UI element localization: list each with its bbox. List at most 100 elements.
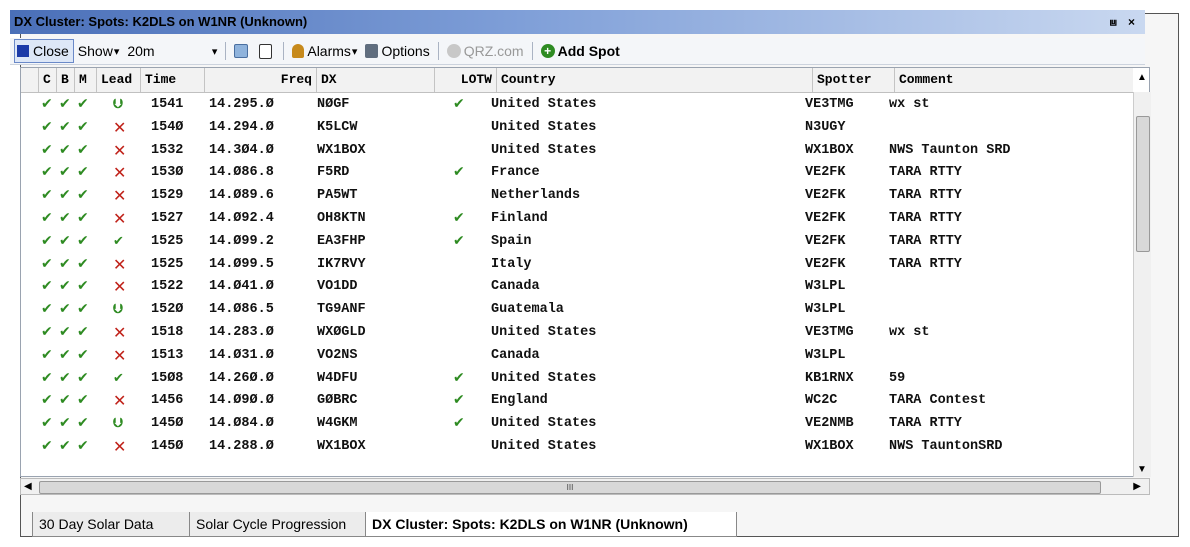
tab-dx-cluster[interactable]: DX Cluster: Spots: K2DLS on W1NR (Unknow… bbox=[365, 512, 737, 537]
tab-solar-data[interactable]: 30 Day Solar Data bbox=[32, 512, 191, 537]
lead-indicator: ⮋ bbox=[113, 97, 123, 112]
spotter-cell: VE2FK bbox=[805, 233, 846, 249]
qrz-label: QRZ.com bbox=[463, 43, 524, 59]
toolbar-separator bbox=[437, 42, 439, 60]
freq-cell: 14.Ø9Ø.Ø bbox=[209, 393, 274, 409]
check-c: ✔ bbox=[41, 141, 53, 158]
time-cell: 1527 bbox=[151, 211, 184, 226]
table-row[interactable]: ✔ ✔ ✔ ⮋ 152Ø 14.Ø86.5 TG9ANF Guatemala W3LPL bbox=[21, 298, 1133, 321]
column-header-dx[interactable]: DX bbox=[317, 68, 435, 92]
qrz-button[interactable]: QRZ.com bbox=[443, 40, 528, 62]
freq-cell: 14.26Ø.Ø bbox=[209, 370, 274, 386]
column-header-freq[interactable]: Freq bbox=[205, 68, 317, 92]
check-c: ✔ bbox=[41, 232, 53, 249]
add-spot-label: Add Spot bbox=[557, 43, 620, 59]
time-cell: 152Ø bbox=[151, 302, 184, 318]
column-header-comment[interactable]: Comment bbox=[895, 68, 1133, 92]
table-row[interactable]: ✔ ✔ ✔ ✕ 1532 14.3Ø4.Ø WX1BOX United States WX1BO… bbox=[21, 139, 1133, 162]
add-icon: + bbox=[540, 44, 555, 58]
check-c: ✔ bbox=[41, 324, 53, 340]
check-m: ✔ bbox=[77, 232, 89, 249]
table-row[interactable]: ✔ ✔ ✔ ✕ 1527 14.Ø92.4 OH8KTN ✔ Finland VE2FK TARA … bbox=[21, 207, 1133, 230]
add-spot-button[interactable]: + Add Spot bbox=[537, 40, 624, 62]
column-header-m[interactable]: M bbox=[75, 68, 97, 92]
lead-indicator: ✕ bbox=[113, 345, 127, 365]
close-button[interactable]: Close bbox=[14, 39, 74, 63]
check-m: ✔ bbox=[77, 118, 89, 135]
copy-button[interactable] bbox=[230, 40, 255, 62]
table-row[interactable]: ✔ ✔ ✔ ⮋ 1541 14.295.Ø NØGF ✔ United States VE3TMG… bbox=[21, 93, 1133, 116]
lotw-check: ✔ bbox=[453, 232, 465, 249]
table-row[interactable]: ✔ ✔ ✔ ✕ 1518 14.283.Ø WXØGLD United States VE3TM… bbox=[21, 321, 1133, 344]
column-header-b[interactable]: B bbox=[57, 68, 75, 92]
dx-call-cell: WXØGLD bbox=[317, 325, 366, 340]
country-cell: Canada bbox=[491, 347, 540, 363]
comment-cell: NWS Taunton SRD bbox=[889, 142, 1011, 158]
table-row[interactable]: ✔ ✔ ✔ ✕ 153Ø 14.Ø86.8 F5RD ✔ France VE2FK TARA RTT… bbox=[21, 161, 1133, 184]
time-cell: 145Ø bbox=[151, 439, 184, 454]
scroll-right-arrow[interactable]: ▶ bbox=[1133, 479, 1141, 494]
freq-cell: 14.Ø31.Ø bbox=[209, 347, 274, 363]
chevron-down-icon: ▾ bbox=[211, 45, 218, 58]
table-row[interactable]: ✔ ✔ ✔ ✕ 1456 14.Ø9Ø.Ø GØBRC ✔ England WC2C TARA Co… bbox=[21, 389, 1133, 412]
check-m: ✔ bbox=[77, 301, 89, 318]
check-c: ✔ bbox=[41, 415, 53, 432]
column-header-spotter[interactable]: Spotter bbox=[813, 68, 895, 92]
comment-cell: 59 bbox=[889, 370, 906, 386]
check-b: ✔ bbox=[59, 392, 71, 409]
table-row[interactable]: ✔ ✔ ✔ ✕ 1525 14.Ø99.5 IK7RVY Italy VE2FK TARA RTT… bbox=[21, 253, 1133, 276]
time-cell: 1532 bbox=[151, 142, 184, 158]
time-cell: 15Ø8 bbox=[151, 370, 184, 386]
column-header-lead[interactable]: Lead bbox=[97, 68, 141, 92]
scroll-up-arrow[interactable]: ▲ bbox=[1137, 72, 1147, 83]
print-preview-button[interactable] bbox=[255, 40, 279, 62]
vertical-scrollbar[interactable]: ▲ ▼ bbox=[1133, 72, 1151, 477]
check-m: ✔ bbox=[77, 164, 89, 181]
band-select[interactable]: 20m ▾ bbox=[123, 40, 221, 62]
lead-indicator: ✕ bbox=[113, 277, 127, 297]
alarms-menu-button[interactable]: Alarms ▾ bbox=[288, 40, 361, 62]
toolbar-separator bbox=[225, 42, 227, 60]
country-cell: Canada bbox=[491, 279, 540, 295]
table-row[interactable]: ✔ ✔ ✔ ✕ 1529 14.Ø89.6 PA5WT Netherlands VE2FK TAR… bbox=[21, 184, 1133, 207]
dx-call-cell: W4GKM bbox=[317, 416, 358, 432]
show-menu-button[interactable]: Show ▾ bbox=[74, 40, 124, 62]
horizontal-scrollbar[interactable]: ◀ III ▶ bbox=[20, 478, 1150, 495]
options-button[interactable]: Options bbox=[361, 40, 433, 62]
column-header-country[interactable]: Country bbox=[497, 68, 813, 92]
hscroll-grip: III bbox=[566, 483, 574, 492]
check-b: ✔ bbox=[59, 301, 71, 318]
close-square-icon bbox=[17, 45, 29, 57]
scroll-down-arrow[interactable]: ▼ bbox=[1137, 464, 1147, 475]
column-header-time[interactable]: Time bbox=[141, 68, 205, 92]
country-cell: United States bbox=[491, 416, 597, 432]
table-row[interactable]: ✔ ✔ ✔ ✕ 1513 14.Ø31.Ø VO2NS Canada W3LPL bbox=[21, 344, 1133, 367]
column-header-c[interactable]: C bbox=[39, 68, 57, 92]
check-c: ✔ bbox=[41, 301, 53, 318]
check-c: ✔ bbox=[41, 346, 53, 363]
hscroll-thumb[interactable]: III bbox=[39, 481, 1101, 494]
freq-cell: 14.3Ø4.Ø bbox=[209, 142, 274, 158]
table-row[interactable]: ✔ ✔ ✔ ✔ 15Ø8 14.26Ø.Ø W4DFU ✔ United States KB1RN… bbox=[21, 367, 1133, 390]
scroll-left-arrow[interactable]: ◀ bbox=[24, 479, 32, 494]
table-row[interactable]: ✔ ✔ ✔ ✔ 1525 14.Ø99.2 EA3FHP ✔ Spain VE2FK TARA RT… bbox=[21, 230, 1133, 253]
spotter-cell: W3LPL bbox=[805, 347, 846, 363]
table-row[interactable]: ✔ ✔ ✔ ✕ 154Ø 14.294.Ø K5LCW United States N3UGY bbox=[21, 116, 1133, 139]
check-m: ✔ bbox=[77, 141, 89, 158]
table-row[interactable]: ✔ ✔ ✔ ✕ 1522 14.Ø41.Ø VO1DD Canada W3LPL bbox=[21, 275, 1133, 298]
spots-table: C B M Lead Time Freq DX LOTW Country Spo… bbox=[20, 67, 1150, 477]
time-cell: 1518 bbox=[151, 325, 184, 340]
table-row[interactable]: ✔ ✔ ✔ ⮋ 145Ø 14.Ø84.Ø W4GKM ✔ United States VE2NM… bbox=[21, 412, 1133, 435]
toolbar: Close Show ▾ 20m ▾ Alarms ▾ Options QRZ.… bbox=[10, 38, 1145, 65]
tab-solar-cycle[interactable]: Solar Cycle Progression bbox=[189, 512, 367, 537]
scroll-thumb[interactable] bbox=[1136, 116, 1150, 252]
window-controls[interactable]: ⩏ × bbox=[1110, 10, 1139, 34]
comment-cell: TARA Contest bbox=[889, 393, 987, 409]
column-header-lotw[interactable]: LOTW bbox=[435, 68, 497, 92]
check-b: ✔ bbox=[59, 369, 71, 386]
check-c: ✔ bbox=[41, 118, 53, 135]
table-row[interactable]: ✔ ✔ ✔ ✕ 145Ø 14.288.Ø WX1BOX United States WX1BO… bbox=[21, 435, 1133, 458]
dx-call-cell: WX1BOX bbox=[317, 439, 366, 454]
lead-indicator: ✕ bbox=[113, 163, 127, 183]
lead-indicator: ✕ bbox=[113, 209, 127, 228]
